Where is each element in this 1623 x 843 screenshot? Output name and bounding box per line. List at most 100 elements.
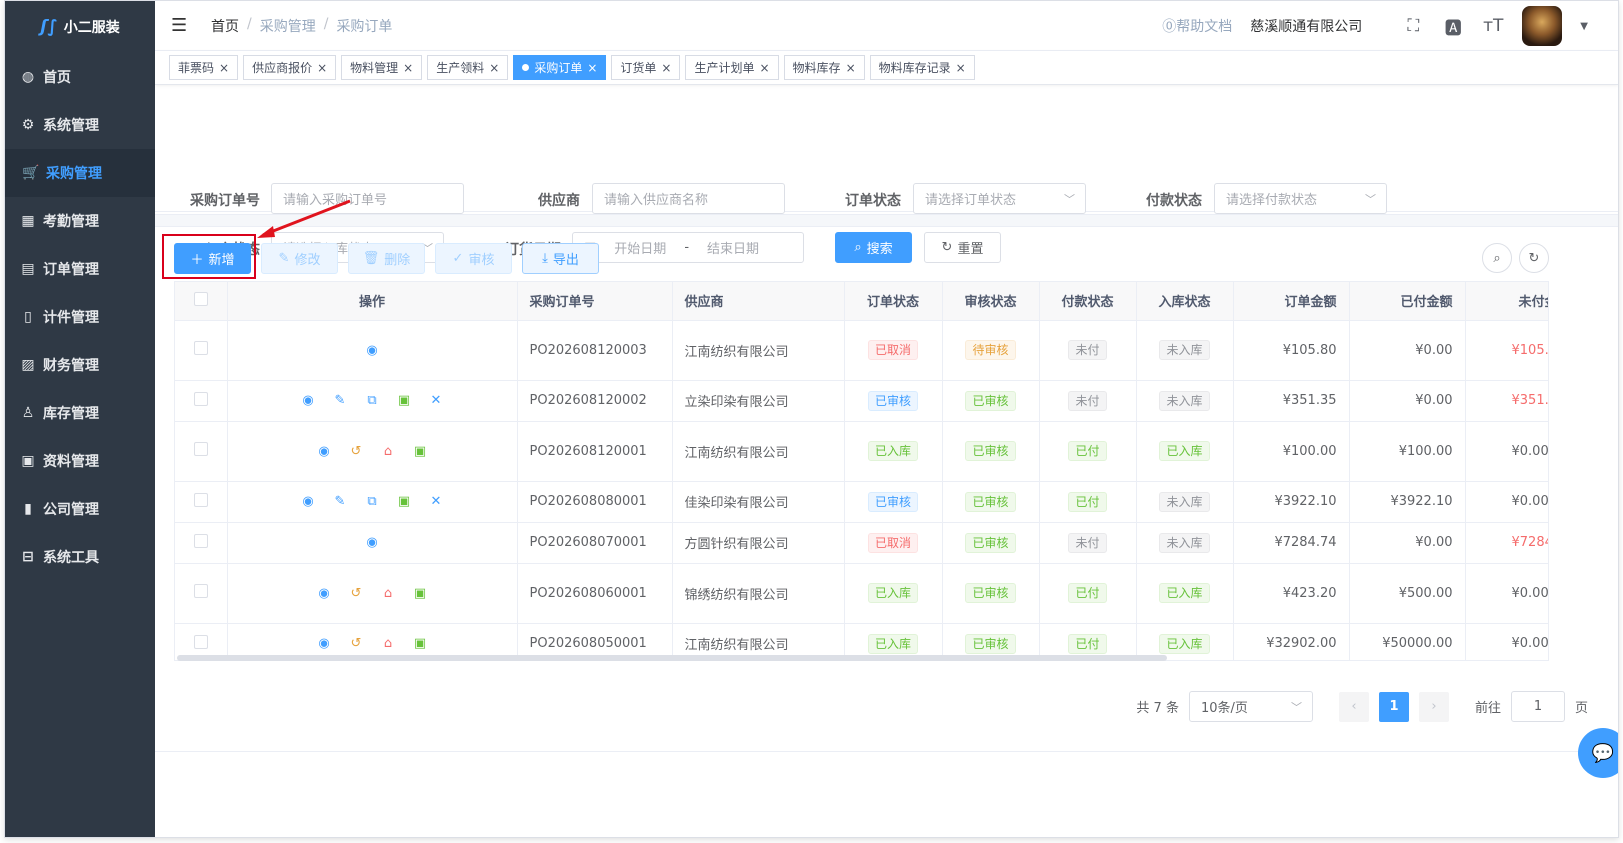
font-size-icon[interactable]: ᴛT <box>1482 16 1504 36</box>
tab-2[interactable]: 物料管理 × <box>341 55 423 80</box>
sidebar-item-1[interactable]: ⚙ 系统管理 <box>5 101 155 149</box>
start-date-input[interactable]: 开始日期 <box>614 238 666 257</box>
row-checkbox[interactable] <box>193 391 208 406</box>
edit-icon[interactable]: ✎ <box>333 494 347 509</box>
stock-in-icon[interactable]: ⌂ <box>381 636 395 651</box>
delete-icon[interactable]: ⧉ <box>365 494 379 509</box>
tab-3[interactable]: 生产领料 × <box>427 55 509 80</box>
close-icon[interactable]: × <box>587 61 597 75</box>
table-row[interactable]: ◉ PO202608070001 方圆针织有限公司 已取消 已审核 未付 未入库 ¥7284.… <box>175 522 1548 564</box>
fullscreen-icon[interactable]: ⛶ <box>1402 16 1424 36</box>
table-row[interactable]: ◉ ↺ ⌂ ▣ PO202608120001 江南纺织有限公司 已入库 已审核 已付 已入库 ¥10… <box>175 421 1548 482</box>
delete-button[interactable]: 🗑 删除 <box>348 243 425 274</box>
row-checkbox[interactable] <box>193 442 208 456</box>
close-icon[interactable]: × <box>956 61 966 75</box>
pay-status-select[interactable]: 请选择付款状态 ﹀ <box>1214 183 1387 214</box>
view-icon[interactable]: ◉ <box>301 393 315 408</box>
view-icon[interactable]: ◉ <box>317 444 331 459</box>
avatar[interactable] <box>1522 6 1563 46</box>
row-checkbox[interactable] <box>193 634 208 649</box>
row-checkbox[interactable] <box>193 341 208 355</box>
reverse-icon[interactable]: ↺ <box>349 586 363 601</box>
sidebar-item-10[interactable]: ⊟ 系统工具 <box>5 533 155 581</box>
tab-8[interactable]: 物料库存记录 × <box>869 55 975 80</box>
tab-7[interactable]: 物料库存 × <box>783 55 865 80</box>
tab-1[interactable]: 供应商报价 × <box>243 55 337 80</box>
row-checkbox[interactable] <box>193 492 208 507</box>
sidebar-item-2[interactable]: 🛒 采购管理 <box>5 149 155 197</box>
table-row[interactable]: ◉ ✎ ⧉ ▣ ✕ PO202608080001 佳染印染有限公司 已审核 已审核 已付 未入库 ¥3… <box>175 481 1548 523</box>
sidebar-item-0[interactable]: ◍ 首页 <box>5 53 155 101</box>
export-button[interactable]: ⤓ 导出 <box>522 243 599 274</box>
breadcrumb-home[interactable]: 首页 <box>211 16 239 36</box>
sidebar-item-5[interactable]: ▯ 计件管理 <box>5 293 155 341</box>
edit-button[interactable]: ✎ 修改 <box>261 243 338 274</box>
sidebar-item-7[interactable]: ♙ 库存管理 <box>5 389 155 437</box>
view-icon[interactable]: ◉ <box>301 494 315 509</box>
close-icon[interactable]: × <box>219 61 229 75</box>
chat-bubble-button[interactable]: 💬 <box>1578 728 1618 778</box>
view-icon[interactable]: ◉ <box>365 343 379 358</box>
close-icon[interactable]: × <box>661 61 671 75</box>
reverse-icon[interactable]: ↺ <box>349 444 363 459</box>
next-page-button[interactable]: › <box>1418 691 1449 722</box>
cancel-icon[interactable]: ✕ <box>429 494 443 509</box>
caret-down-icon[interactable]: ▼ <box>1580 21 1588 32</box>
order-date-range[interactable]: ▤ 开始日期 - 结束日期 <box>572 232 804 263</box>
stock-in-icon[interactable]: ⌂ <box>381 586 395 601</box>
audit-icon[interactable]: ▣ <box>397 393 411 408</box>
audit-icon[interactable]: ▣ <box>413 444 427 459</box>
refresh-button[interactable]: ↻ <box>1519 243 1549 273</box>
table-row[interactable]: ◉ ↺ ⌂ ▣ PO202608060001 锦绣纺织有限公司 已入库 已审核 已付 已入库 ¥42… <box>175 563 1548 624</box>
tab-0[interactable]: 菲票码 × <box>169 55 239 80</box>
audit-icon[interactable]: ▣ <box>413 586 427 601</box>
row-checkbox[interactable] <box>193 584 208 598</box>
toolbox-icon: ⊟ <box>22 549 34 565</box>
order-status-select[interactable]: 请选择订单状态 ﹀ <box>913 183 1086 214</box>
audit-icon[interactable]: ▣ <box>397 494 411 509</box>
sidebar-item-8[interactable]: ▣ 资料管理 <box>5 437 155 485</box>
view-icon[interactable]: ◉ <box>317 636 331 651</box>
supplier-input[interactable]: 请输入供应商名称 <box>592 183 785 214</box>
page-size-select[interactable]: 10条/页 ﹀ <box>1188 691 1313 722</box>
cancel-icon[interactable]: ✕ <box>429 393 443 408</box>
close-icon[interactable]: × <box>317 61 327 75</box>
sidebar-item-9[interactable]: ▮ 公司管理 <box>5 485 155 533</box>
table-row[interactable]: ◉ PO202608120003 江南纺织有限公司 已取消 待审核 未付 未入库 ¥105.8… <box>175 320 1548 381</box>
search-button[interactable]: ⌕ 搜索 <box>835 232 912 263</box>
toggle-search-button[interactable]: ⌕ <box>1482 243 1512 273</box>
delete-icon[interactable]: ⧉ <box>365 393 379 408</box>
view-icon[interactable]: ◉ <box>365 535 379 550</box>
sidebar-item-4[interactable]: ▤ 订单管理 <box>5 245 155 293</box>
row-checkbox[interactable] <box>193 533 208 548</box>
tab-6[interactable]: 生产计划单 × <box>685 55 779 80</box>
help-docs-link[interactable]: ⓪帮助文档 <box>1162 16 1232 36</box>
close-icon[interactable]: × <box>846 61 856 75</box>
tab-4[interactable]: 采购订单 × <box>513 55 607 80</box>
view-icon[interactable]: ◉ <box>317 586 331 601</box>
hamburger-icon[interactable]: ☰ <box>171 15 191 36</box>
close-icon[interactable]: × <box>403 61 413 75</box>
tab-label: 生产计划单 <box>694 61 755 75</box>
sidebar-item-3[interactable]: ▦ 考勤管理 <box>5 197 155 245</box>
reset-button[interactable]: ↻ 重置 <box>924 232 1001 263</box>
close-icon[interactable]: × <box>489 61 499 75</box>
end-date-input[interactable]: 结束日期 <box>707 238 759 257</box>
table-row[interactable]: ◉ ✎ ⧉ ▣ ✕ PO202608120002 立染印染有限公司 已审核 已审核 未付 未入库 ¥3… <box>175 380 1548 422</box>
horizontal-scrollbar[interactable] <box>177 655 1167 661</box>
reverse-icon[interactable]: ↺ <box>349 636 363 651</box>
app-logo[interactable]: ʃ∫ 小二服装 <box>5 1 155 53</box>
goto-page-input[interactable]: 1 <box>1510 691 1565 722</box>
sidebar-item-6[interactable]: ▨ 财务管理 <box>5 341 155 389</box>
audit-button-label: 审核 <box>468 253 495 268</box>
tab-5[interactable]: 订货单 × <box>611 55 681 80</box>
edit-icon[interactable]: ✎ <box>333 393 347 408</box>
translate-icon[interactable]: 🅰 <box>1442 14 1464 39</box>
close-icon[interactable]: × <box>759 61 769 75</box>
audit-button[interactable]: ✓ 审核 <box>435 243 512 274</box>
stock-in-icon[interactable]: ⌂ <box>381 444 395 459</box>
audit-icon[interactable]: ▣ <box>413 636 427 651</box>
page-number-current[interactable]: 1 <box>1378 691 1409 722</box>
select-all-checkbox[interactable] <box>193 291 208 306</box>
prev-page-button[interactable]: ‹ <box>1338 691 1369 722</box>
